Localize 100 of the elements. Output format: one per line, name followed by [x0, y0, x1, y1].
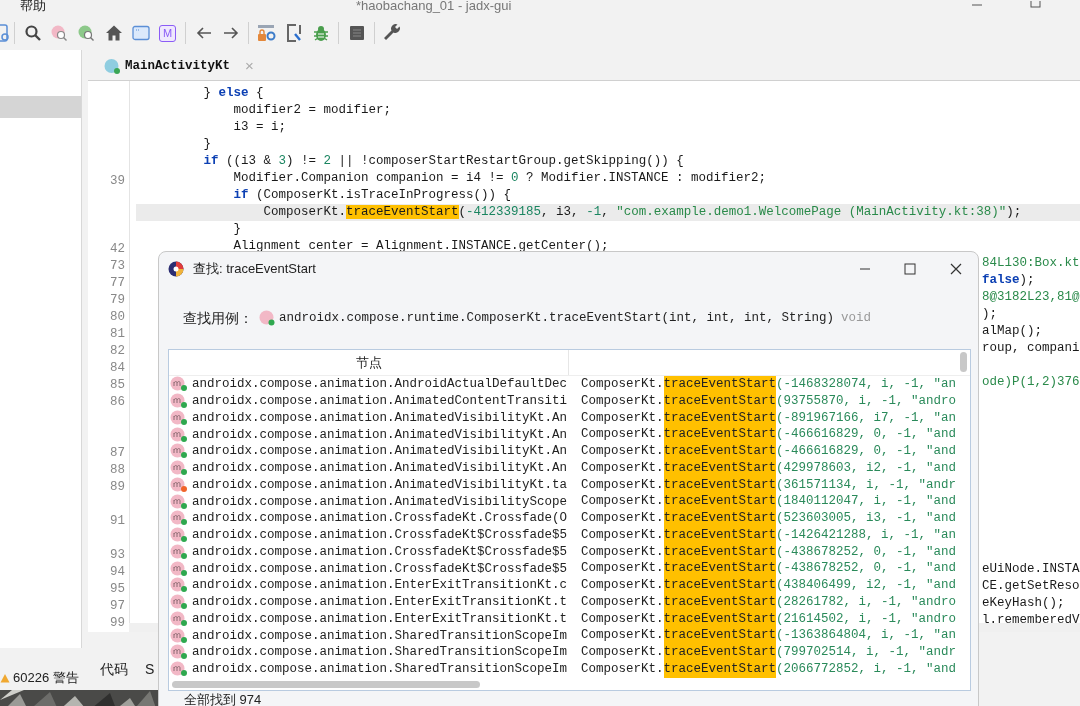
forward-arrow-icon[interactable]: [222, 26, 239, 40]
export-icon[interactable]: [285, 24, 302, 42]
maximize-icon[interactable]: [904, 262, 916, 275]
usage-cell: ComposerKt.traceEventStart(21614502, i, -1, "andro: [581, 610, 957, 628]
dialog-title: 查找: traceEventStart: [193, 259, 316, 278]
method-icon: [170, 594, 185, 610]
back-arrow-icon[interactable]: [195, 26, 212, 40]
app-logo-icon: [168, 260, 184, 277]
method-icon: [170, 476, 185, 492]
class-icon: [104, 58, 120, 74]
scrollbar-thumb[interactable]: [960, 352, 967, 372]
line-number: 85: [110, 377, 125, 392]
node-cell[interactable]: androidx.compose.animation.AndroidActualDefaultDec: [192, 376, 568, 393]
usage-cell: ComposerKt.traceEventStart(-1468328074, i, -1, "an: [581, 376, 957, 393]
usage-cell: ComposerKt.traceEventStart(523603005, i3, -1, "and: [581, 510, 957, 527]
line-number: 94: [110, 564, 125, 579]
method-icon: [170, 426, 185, 442]
line-number: 91: [110, 513, 125, 528]
home-icon[interactable]: [104, 24, 123, 42]
method-icon: [170, 610, 185, 626]
line-number: 81: [110, 326, 125, 341]
line-number: 88: [110, 462, 125, 477]
line-number: 95: [110, 581, 125, 596]
node-cell[interactable]: androidx.compose.animation.AnimatedVisibilityKt.An: [192, 409, 568, 426]
search-icon[interactable]: [23, 24, 42, 42]
window-icon[interactable]: [131, 25, 150, 41]
usage-cell: ComposerKt.traceEventStart(429978603, i2, -1, "and: [581, 459, 957, 477]
usage-cell: ComposerKt.traceEventStart(799702514, i, -1, "andr: [581, 644, 957, 661]
node-cell[interactable]: androidx.compose.animation.EnterExitTransitionKt.t: [192, 594, 568, 611]
node-cell[interactable]: androidx.compose.animation.CrossfadeKt.Crossfade(O: [192, 510, 568, 527]
usage-cell: ComposerKt.traceEventStart(28261782, i, -1, "andro: [581, 593, 957, 611]
method-icon: [170, 409, 185, 425]
node-cell[interactable]: androidx.compose.animation.AnimatedVisibilityKt.An: [192, 426, 568, 443]
bug-icon[interactable]: [312, 24, 329, 42]
node-cell[interactable]: androidx.compose.animation.CrossfadeKt$Crossfade$5: [192, 560, 568, 577]
line-number: 73: [110, 258, 125, 273]
usage-cell: ComposerKt.traceEventStart(1840112047, i, -1, "and: [581, 493, 957, 510]
wrench-icon[interactable]: [383, 24, 402, 42]
close-icon[interactable]: [950, 262, 962, 275]
method-icon: [170, 510, 185, 526]
line-number: 84: [110, 360, 125, 375]
warning-count[interactable]: 60226 警告: [13, 668, 79, 688]
node-cell[interactable]: androidx.compose.animation.AnimatedVisibilityKt.ta: [192, 476, 568, 493]
document-icon[interactable]: [0, 23, 10, 43]
usage-cell: ComposerKt.traceEventStart(2066772852, i, -1, "and: [581, 660, 957, 678]
node-cell[interactable]: androidx.compose.animation.AnimatedVisibilityKt.An: [192, 460, 568, 477]
method-icon: [170, 376, 185, 392]
line-number: 97: [110, 598, 125, 613]
return-type: void: [841, 309, 872, 327]
node-cell[interactable]: androidx.compose.animation.AnimatedVisibilityKt.An: [192, 443, 568, 460]
letter-button[interactable]: M: [159, 24, 176, 42]
scrollbar-thumb[interactable]: [172, 681, 480, 688]
method-icon: [170, 543, 185, 559]
node-cell[interactable]: androidx.compose.animation.SharedTransitionScopeIm: [192, 661, 568, 678]
lock-gear-icon[interactable]: [256, 24, 277, 42]
column-header[interactable]: 节点: [355, 352, 382, 373]
node-cell[interactable]: androidx.compose.animation.SharedTransitionScopeIm: [192, 644, 568, 661]
line-number: 77: [110, 275, 125, 290]
method-icon: [170, 393, 185, 409]
node-cell[interactable]: androidx.compose.animation.AnimatedContentTransiti: [192, 393, 568, 410]
results-count: 全部找到 974: [184, 692, 263, 706]
bottom-tab[interactable]: S: [145, 658, 155, 680]
method-icon: [170, 627, 185, 643]
usage-cell: ComposerKt.traceEventStart(-466616829, 0, -1, "and: [581, 426, 957, 443]
usage-cell: ComposerKt.traceEventStart(-438678252, 0, -1, "and: [581, 560, 957, 577]
node-cell[interactable]: androidx.compose.animation.EnterExitTransitionKt.t: [192, 610, 568, 627]
line-number: 42: [110, 241, 125, 256]
panel-icon[interactable]: [348, 25, 365, 41]
usage-cell: ComposerKt.traceEventStart(438406499, i2, -1, "and: [581, 577, 957, 594]
method-icon: [170, 644, 185, 660]
menu-item[interactable]: 帮助: [20, 0, 46, 13]
usage-cell: ComposerKt.traceEventStart(93755870, i, -1, "andro: [581, 392, 957, 410]
line-number: 87: [110, 445, 125, 460]
method-icon: [170, 443, 185, 459]
usage-cell: ComposerKt.traceEventStart(-1363864804, i, -1, "an: [581, 627, 957, 644]
minimize-icon[interactable]: [971, 1, 983, 9]
line-number: 86: [110, 394, 125, 409]
node-cell[interactable]: androidx.compose.animation.EnterExitTransitionKt.c: [192, 577, 568, 594]
usage-cell: ComposerKt.traceEventStart(-466616829, 0, -1, "and: [581, 443, 957, 460]
search-icon[interactable]: [77, 24, 96, 42]
line-number: 93: [110, 547, 125, 562]
line-number: 82: [110, 343, 125, 358]
line-number: 80: [110, 309, 125, 324]
method-icon: [170, 577, 185, 593]
method-icon: [170, 493, 185, 509]
query-label: 查找用例：: [183, 308, 253, 328]
usage-cell: ComposerKt.traceEventStart(-891967166, i7, -1, "an: [581, 409, 957, 427]
node-cell[interactable]: androidx.compose.animation.CrossfadeKt$Crossfade$5: [192, 543, 568, 560]
warning-icon: [0, 673, 10, 683]
node-cell[interactable]: androidx.compose.animation.SharedTransitionScopeIm: [192, 627, 568, 644]
bottom-tab[interactable]: 代码: [100, 658, 128, 680]
node-cell[interactable]: androidx.compose.animation.CrossfadeKt$Crossfade$5: [192, 527, 568, 544]
window-title: *haobachang_01 - jadx-gui: [356, 0, 512, 13]
node-cell[interactable]: androidx.compose.animation.AnimatedVisibilityScope: [192, 493, 568, 510]
maximize-icon[interactable]: [1030, 1, 1041, 9]
method-icon: [259, 310, 275, 326]
method-icon: [170, 460, 185, 476]
usage-cell: ComposerKt.traceEventStart(361571134, i, -1, "andr: [581, 476, 957, 494]
line-number: 39: [110, 173, 125, 188]
line-number: 89: [110, 479, 125, 494]
